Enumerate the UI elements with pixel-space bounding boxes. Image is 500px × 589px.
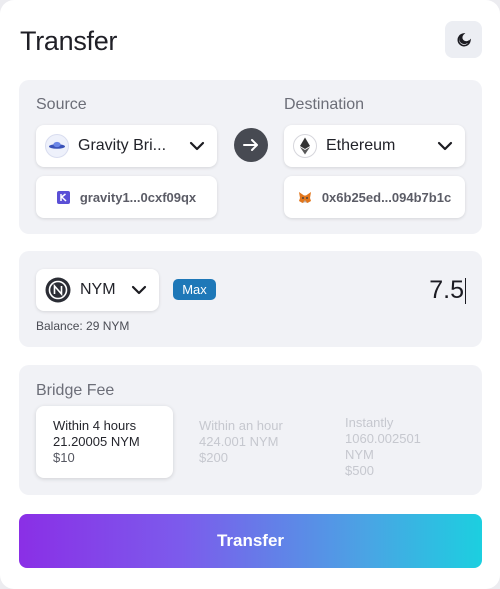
- source-chain-label: Gravity Bri...: [78, 137, 167, 154]
- fee-option-time: Within an hour: [199, 418, 283, 433]
- amount-input[interactable]: 7.5: [429, 276, 464, 305]
- fee-option-time: Instantly: [345, 415, 394, 430]
- theme-toggle-button[interactable]: [445, 21, 482, 58]
- gravity-bridge-icon: [45, 134, 69, 158]
- fee-option-time: Within 4 hours: [53, 418, 137, 433]
- arrow-right-icon: [243, 139, 258, 151]
- fee-option-amount-line2: NYM: [345, 447, 374, 462]
- nym-token-icon: [45, 277, 71, 303]
- fee-option-instant[interactable]: Instantly 1060.002501 NYM $500: [345, 415, 421, 479]
- source-address[interactable]: gravity1...0cxf09qx: [36, 176, 217, 218]
- fee-option-price: $10: [53, 450, 75, 465]
- chevron-down-icon: [189, 141, 205, 151]
- destination-address-label: 0x6b25ed...094b7b1c: [321, 189, 452, 205]
- balance-label: Balance:: [36, 319, 83, 333]
- fee-option-standard[interactable]: Within 4 hours 21.20005 NYM $10: [36, 406, 173, 478]
- keplr-icon: [56, 190, 70, 204]
- swap-direction-button[interactable]: [234, 128, 268, 162]
- token-select[interactable]: NYM: [36, 269, 159, 311]
- destination-address[interactable]: 0x6b25ed...094b7b1c: [284, 176, 465, 218]
- metamask-fox-icon: [298, 191, 311, 203]
- max-button[interactable]: Max: [173, 279, 216, 300]
- fee-option-price: $500: [345, 463, 374, 478]
- moon-icon: [457, 32, 471, 46]
- fee-option-price: $200: [199, 450, 228, 465]
- destination-chain-label: Ethereum: [326, 137, 396, 154]
- source-address-label: gravity1...0cxf09qx: [79, 189, 197, 205]
- text-caret: [465, 278, 466, 304]
- balance-text: Balance: 29 NYM: [36, 319, 129, 333]
- fee-option-amount: 21.20005 NYM: [53, 434, 140, 449]
- chevron-down-icon: [131, 285, 147, 295]
- chevron-down-icon: [437, 141, 453, 151]
- destination-chain-select[interactable]: Ethereum: [284, 125, 465, 167]
- fee-option-amount-line1: 1060.002501: [345, 431, 421, 446]
- transfer-card: Transfer Source Destination Gravity Bri.…: [0, 0, 500, 589]
- transfer-button[interactable]: Transfer: [19, 514, 482, 568]
- balance-value: 29 NYM: [86, 319, 130, 333]
- bridge-fee-label: Bridge Fee: [36, 382, 115, 399]
- source-chain-select[interactable]: Gravity Bri...: [36, 125, 217, 167]
- fee-option-fast[interactable]: Within an hour 424.001 NYM $200: [199, 418, 283, 466]
- page-title: Transfer: [20, 26, 118, 56]
- token-label: NYM: [80, 281, 116, 298]
- destination-label: Destination: [284, 96, 365, 113]
- fee-option-amount: 424.001 NYM: [199, 434, 279, 449]
- ethereum-icon: [293, 134, 317, 158]
- source-label: Source: [36, 96, 87, 113]
